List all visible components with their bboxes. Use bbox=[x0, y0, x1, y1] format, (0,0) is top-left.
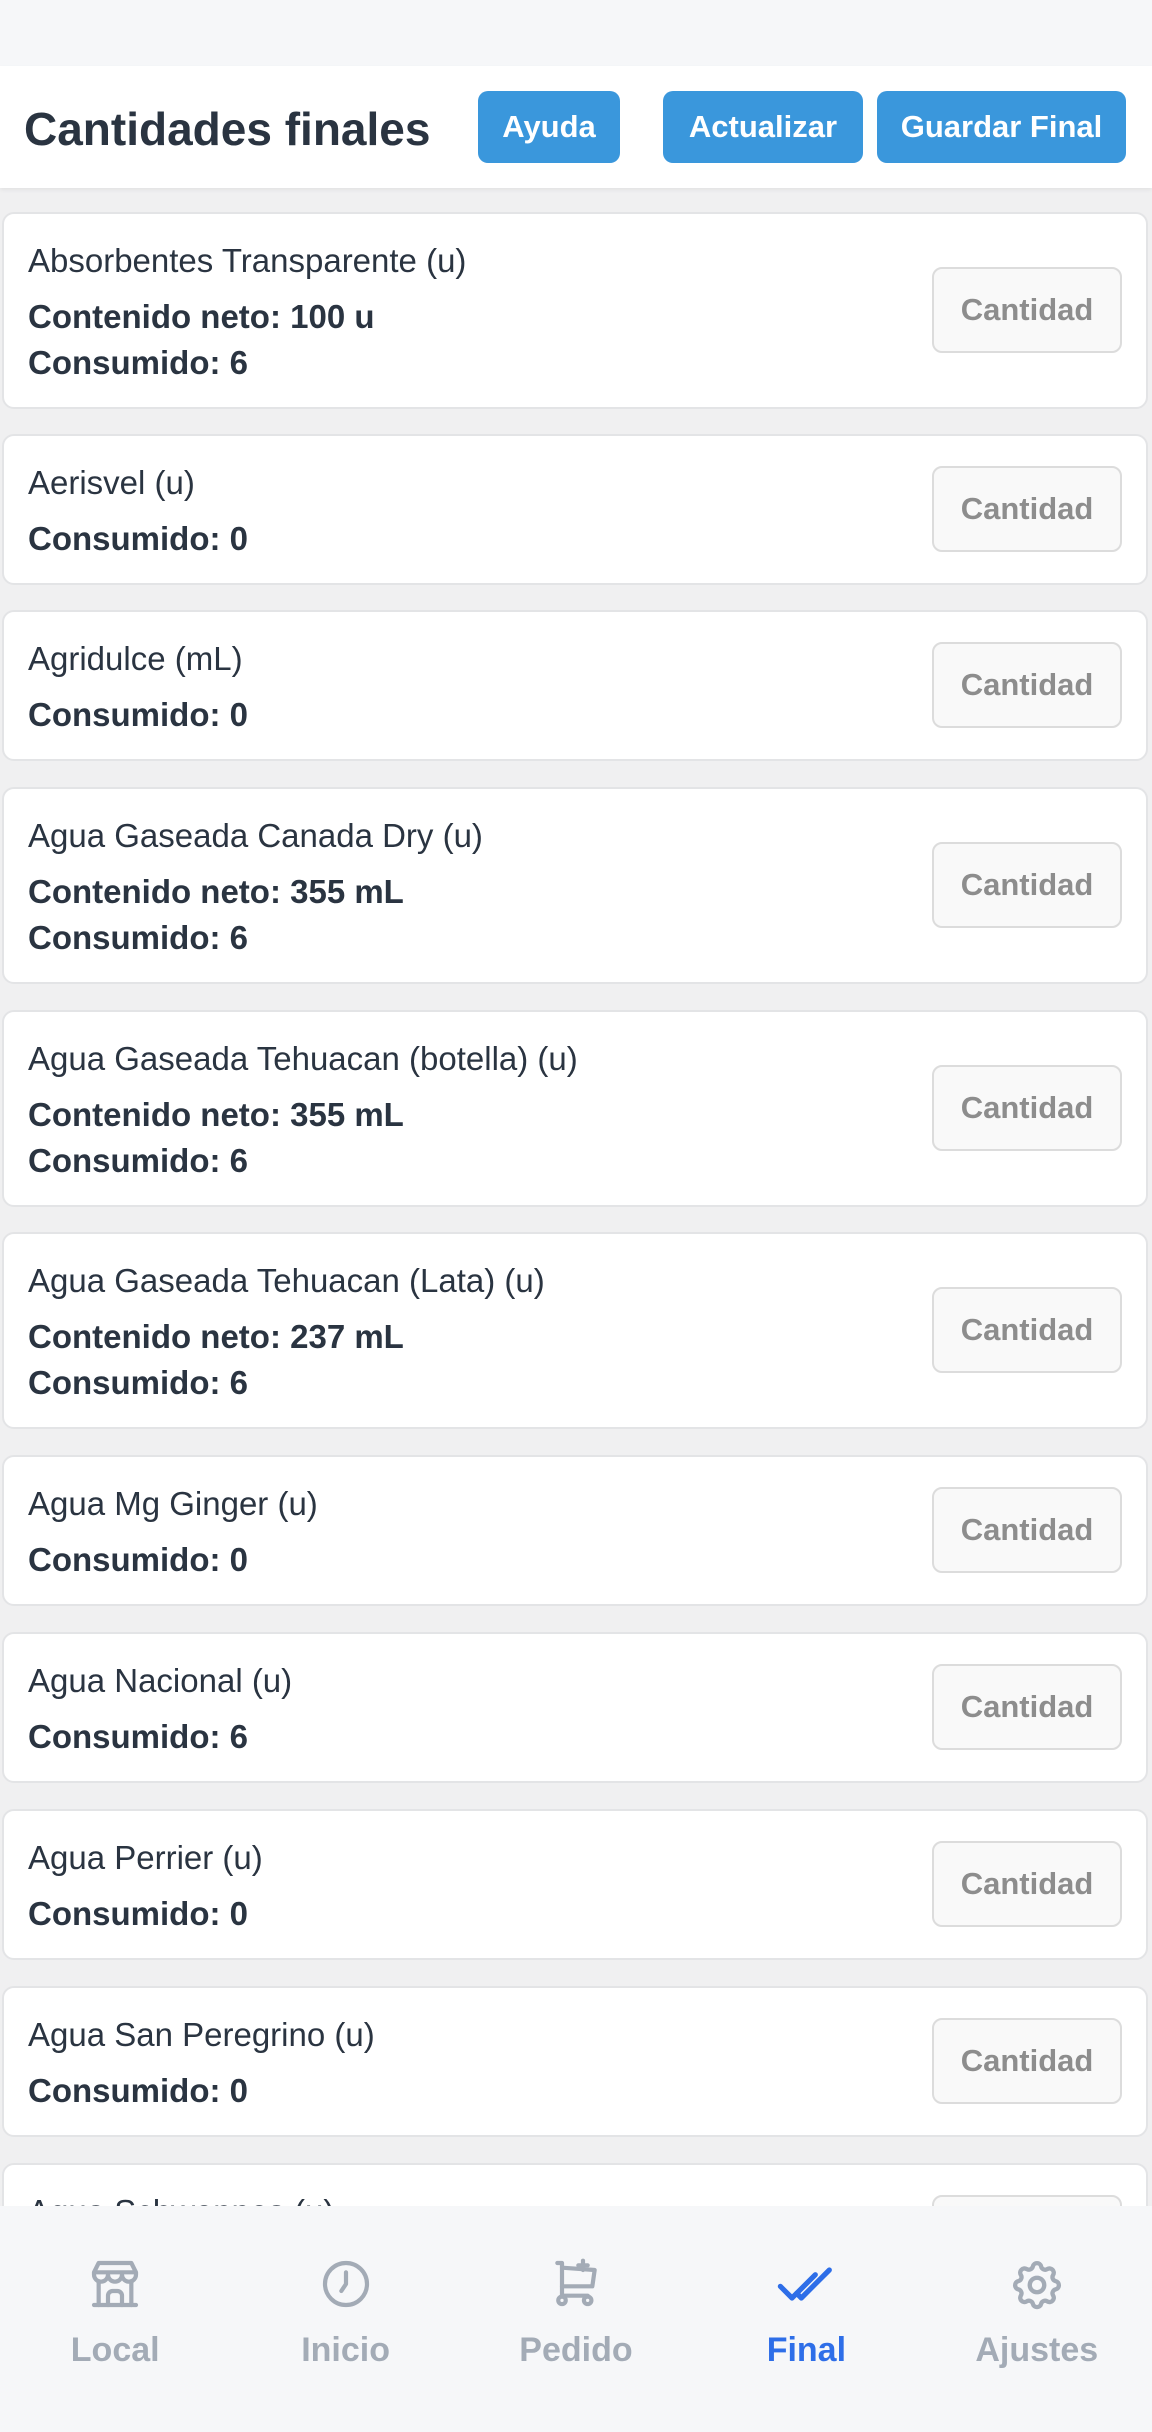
tab-final[interactable]: Final bbox=[691, 2206, 921, 2432]
status-bar bbox=[0, 0, 1152, 66]
list-item: Agua San Peregrino (u) Consumido: 0 bbox=[2, 1986, 1148, 2137]
item-consumed: Consumido: 6 bbox=[28, 919, 248, 956]
item-name: Agridulce (mL) bbox=[28, 640, 243, 677]
quantity-input[interactable] bbox=[932, 842, 1122, 928]
tab-label: Final bbox=[766, 2331, 847, 2369]
item-name: Agua Perrier (u) bbox=[28, 1839, 263, 1876]
quantity-input[interactable] bbox=[932, 1664, 1122, 1750]
list-item: Agua Mg Ginger (u) Consumido: 0 bbox=[2, 1455, 1148, 1606]
tab-label: Ajustes bbox=[975, 2331, 1099, 2369]
list-item: Agua Gaseada Tehuacan (botella) (u) Cont… bbox=[2, 1010, 1148, 1207]
item-name: Agua Gaseada Canada Dry (u) bbox=[28, 817, 483, 854]
item-net-content: Contenido neto: 355 mL bbox=[28, 873, 404, 910]
tab-ajustes[interactable]: Ajustes bbox=[922, 2206, 1152, 2432]
tab-label: Pedido bbox=[519, 2331, 633, 2369]
quantity-input[interactable] bbox=[932, 1487, 1122, 1573]
bottom-tab-bar: Local Inicio Pedido Final Ajustes bbox=[0, 2206, 1152, 2432]
quantity-input[interactable] bbox=[932, 1841, 1122, 1927]
item-name: Agua Mg Ginger (u) bbox=[28, 1485, 318, 1522]
quantity-input[interactable] bbox=[932, 1065, 1122, 1151]
tab-label: Inicio bbox=[301, 2331, 390, 2369]
quantity-input[interactable] bbox=[932, 466, 1122, 552]
double-check-icon bbox=[778, 2267, 833, 2301]
cart-add-icon bbox=[555, 2258, 597, 2307]
item-name: Absorbentes Transparente (u) bbox=[28, 242, 467, 279]
list-item: Agua Nacional (u) Consumido: 6 bbox=[2, 1632, 1148, 1783]
gear-icon bbox=[1012, 2260, 1061, 2310]
item-net-content: Contenido neto: 355 mL bbox=[28, 1096, 404, 1133]
list-item: Agua Perrier (u) Consumido: 0 bbox=[2, 1809, 1148, 1960]
page-title: Cantidades finales bbox=[24, 103, 431, 155]
item-consumed: Consumido: 0 bbox=[28, 2072, 248, 2109]
list-item: Absorbentes Transparente (u) Contenido n… bbox=[2, 212, 1148, 409]
item-consumed: Consumido: 0 bbox=[28, 1895, 248, 1932]
clock-icon bbox=[322, 2260, 369, 2308]
save-final-button[interactable]: Guardar Final bbox=[877, 91, 1126, 163]
item-consumed: Consumido: 6 bbox=[28, 1142, 248, 1179]
tab-pedido[interactable]: Pedido bbox=[461, 2206, 691, 2432]
item-name: Agua Nacional (u) bbox=[28, 1662, 293, 1699]
item-net-content: Contenido neto: 100 u bbox=[28, 298, 375, 335]
item-consumed: Consumido: 6 bbox=[28, 1364, 248, 1401]
tab-label: Local bbox=[70, 2331, 160, 2369]
item-consumed: Consumido: 0 bbox=[28, 696, 248, 733]
help-button[interactable]: Ayuda bbox=[478, 91, 620, 163]
item-consumed: Consumido: 0 bbox=[28, 520, 248, 557]
list-item: Agua Gaseada Canada Dry (u) Contenido ne… bbox=[2, 787, 1148, 984]
item-name: Agua San Peregrino (u) bbox=[28, 2016, 375, 2053]
item-net-content: Contenido neto: 237 mL bbox=[28, 1318, 404, 1355]
item-consumed: Consumido: 6 bbox=[28, 1718, 248, 1755]
quantity-input[interactable] bbox=[932, 642, 1122, 728]
quantity-input[interactable] bbox=[932, 2018, 1122, 2104]
item-name: Aerisvel (u) bbox=[28, 464, 195, 501]
quantity-input[interactable] bbox=[932, 1287, 1122, 1373]
item-consumed: Consumido: 6 bbox=[28, 344, 248, 381]
item-consumed: Consumido: 0 bbox=[28, 1541, 248, 1578]
list-item: Agridulce (mL) Consumido: 0 bbox=[2, 610, 1148, 761]
item-name: Agua Gaseada Tehuacan (botella) (u) bbox=[28, 1040, 578, 1077]
list-item: Aerisvel (u) Consumido: 0 bbox=[2, 434, 1148, 585]
quantity-input[interactable] bbox=[932, 267, 1122, 353]
page-header: Cantidades finales Ayuda Actualizar Guar… bbox=[0, 66, 1152, 188]
tab-inicio[interactable]: Inicio bbox=[230, 2206, 460, 2432]
list-item: Agua Gaseada Tehuacan (Lata) (u) Conteni… bbox=[2, 1232, 1148, 1429]
item-name: Agua Gaseada Tehuacan (Lata) (u) bbox=[28, 1262, 545, 1299]
tab-local[interactable]: Local bbox=[0, 2206, 230, 2432]
refresh-button[interactable]: Actualizar bbox=[663, 91, 863, 163]
store-icon bbox=[92, 2260, 139, 2308]
